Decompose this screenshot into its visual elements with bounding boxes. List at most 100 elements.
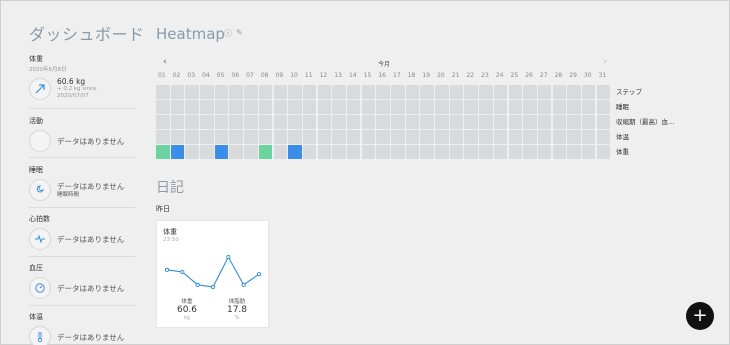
- heatmap-cell[interactable]: [258, 130, 273, 144]
- heatmap-cell[interactable]: [317, 115, 332, 129]
- heatmap-cell[interactable]: [435, 115, 449, 129]
- heatmap-cell[interactable]: [435, 85, 449, 99]
- heatmap-cell[interactable]: [200, 100, 214, 114]
- heatmap-cell[interactable]: [479, 130, 493, 144]
- heatmap-cell[interactable]: [185, 115, 199, 129]
- heatmap-cell[interactable]: [435, 100, 449, 114]
- heatmap-cell[interactable]: [376, 85, 390, 99]
- add-button[interactable]: +: [686, 302, 714, 330]
- metric-sleep[interactable]: 睡眠 データはありません 睡眠時間: [29, 165, 135, 201]
- heatmap-cell[interactable]: [552, 85, 567, 99]
- heatmap-cell[interactable]: [420, 115, 434, 129]
- heatmap-cell[interactable]: [552, 115, 567, 129]
- heatmap-cell[interactable]: [405, 85, 420, 99]
- heatmap-cell[interactable]: [273, 130, 287, 144]
- heatmap-cell[interactable]: [170, 115, 185, 129]
- heatmap-cell[interactable]: [332, 145, 346, 159]
- heatmap-cell[interactable]: [361, 85, 376, 99]
- heatmap-cell[interactable]: [508, 130, 522, 144]
- heatmap-cell[interactable]: [523, 85, 537, 99]
- heatmap-cell[interactable]: [464, 85, 478, 99]
- heatmap-cell[interactable]: [229, 85, 243, 99]
- heatmap-cell[interactable]: [479, 100, 493, 114]
- heatmap-cell[interactable]: [508, 85, 522, 99]
- heatmap-cell[interactable]: [464, 145, 478, 159]
- heatmap-cell[interactable]: [581, 130, 596, 144]
- heatmap-cell[interactable]: [258, 115, 273, 129]
- heatmap-cell[interactable]: [244, 130, 258, 144]
- heatmap-cell[interactable]: [567, 130, 581, 144]
- heatmap-cell[interactable]: [361, 145, 376, 159]
- heatmap-cell[interactable]: [170, 85, 185, 99]
- heatmap-cell[interactable]: [258, 100, 273, 114]
- heatmap-cell[interactable]: [567, 85, 581, 99]
- heatmap-cell[interactable]: [479, 115, 493, 129]
- heatmap-cell[interactable]: [185, 100, 199, 114]
- heatmap-cell[interactable]: [449, 115, 464, 129]
- heatmap-cell[interactable]: [156, 85, 170, 99]
- heatmap-cell[interactable]: [537, 145, 552, 159]
- heatmap-cell[interactable]: [567, 100, 581, 114]
- heatmap-cell[interactable]: [493, 145, 508, 159]
- heatmap-cell[interactable]: [493, 85, 508, 99]
- heatmap-cell[interactable]: [581, 85, 596, 99]
- heatmap-cell[interactable]: [376, 115, 390, 129]
- heatmap-cell[interactable]: [302, 100, 317, 114]
- heatmap-cell[interactable]: [391, 115, 405, 129]
- heatmap-cell[interactable]: [288, 85, 302, 99]
- heatmap-cell[interactable]: [376, 100, 390, 114]
- heatmap-cell[interactable]: [156, 100, 170, 114]
- heatmap-cell[interactable]: [391, 85, 405, 99]
- heatmap-cell[interactable]: [229, 130, 243, 144]
- heatmap-cell[interactable]: [214, 130, 229, 144]
- heatmap-cell[interactable]: [170, 145, 185, 159]
- heatmap-cell[interactable]: [288, 145, 302, 159]
- heatmap-cell[interactable]: [479, 145, 493, 159]
- heatmap-cell[interactable]: [317, 85, 332, 99]
- heatmap-cell[interactable]: [361, 115, 376, 129]
- heatmap-cell[interactable]: [405, 100, 420, 114]
- heatmap-cell[interactable]: [332, 85, 346, 99]
- heatmap-cell[interactable]: [214, 100, 229, 114]
- heatmap-cell[interactable]: [346, 100, 361, 114]
- heatmap-cell[interactable]: [244, 100, 258, 114]
- heatmap-cell[interactable]: [508, 115, 522, 129]
- heatmap-cell[interactable]: [170, 100, 185, 114]
- heatmap-cell[interactable]: [581, 145, 596, 159]
- heatmap-cell[interactable]: [537, 115, 552, 129]
- heatmap-cell[interactable]: [493, 130, 508, 144]
- heatmap-cell[interactable]: [185, 130, 199, 144]
- heatmap-cell[interactable]: [200, 115, 214, 129]
- heatmap-cell[interactable]: [185, 85, 199, 99]
- heatmap-cell[interactable]: [567, 145, 581, 159]
- heatmap-cell[interactable]: [302, 85, 317, 99]
- heatmap-cell[interactable]: [405, 115, 420, 129]
- heatmap-cell[interactable]: [552, 130, 567, 144]
- heatmap-cell[interactable]: [391, 145, 405, 159]
- heatmap-cell[interactable]: [537, 85, 552, 99]
- heatmap-cell[interactable]: [346, 85, 361, 99]
- heatmap-cell[interactable]: [244, 85, 258, 99]
- heatmap-cell[interactable]: [567, 115, 581, 129]
- heatmap-cell[interactable]: [596, 100, 611, 114]
- heatmap-cell[interactable]: [361, 100, 376, 114]
- heatmap-cell[interactable]: [170, 130, 185, 144]
- heatmap-cell[interactable]: [244, 145, 258, 159]
- heatmap-cell[interactable]: [537, 130, 552, 144]
- heatmap-cell[interactable]: [273, 85, 287, 99]
- heatmap-cell[interactable]: [229, 145, 243, 159]
- heatmap-cell[interactable]: [420, 100, 434, 114]
- heatmap-cell[interactable]: [435, 130, 449, 144]
- heatmap-cell[interactable]: [523, 115, 537, 129]
- heatmap-cell[interactable]: [317, 100, 332, 114]
- heatmap-cell[interactable]: [244, 115, 258, 129]
- heatmap-cell[interactable]: [449, 130, 464, 144]
- heatmap-cell[interactable]: [435, 145, 449, 159]
- heatmap-cell[interactable]: [508, 145, 522, 159]
- heatmap-cell[interactable]: [332, 130, 346, 144]
- heatmap-cell[interactable]: [449, 85, 464, 99]
- heatmap-cell[interactable]: [449, 100, 464, 114]
- heatmap-cell[interactable]: [288, 130, 302, 144]
- heatmap-cell[interactable]: [346, 145, 361, 159]
- heatmap-cell[interactable]: [405, 145, 420, 159]
